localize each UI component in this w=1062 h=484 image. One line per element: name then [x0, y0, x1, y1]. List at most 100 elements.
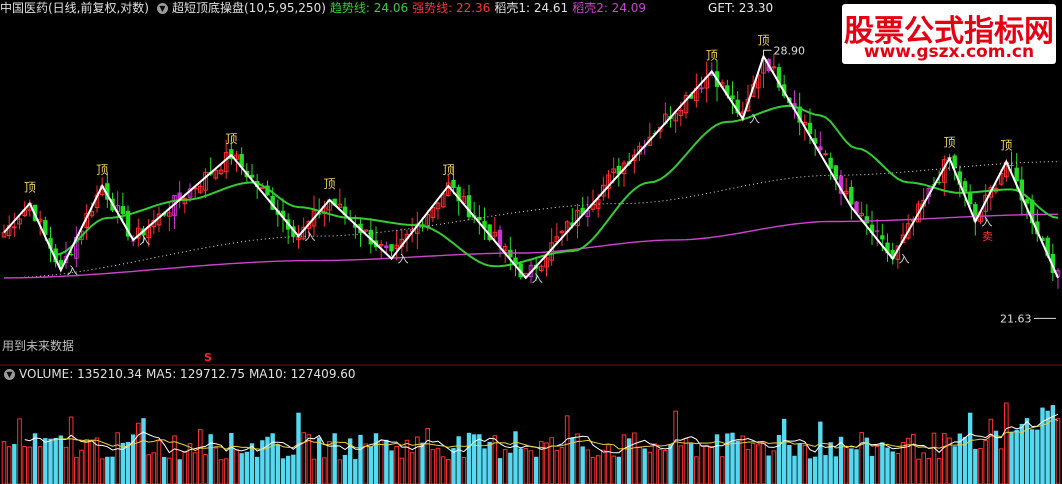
volume-bar [869, 455, 875, 484]
volume-bar [580, 446, 585, 484]
future-data-note: 用到未来数据 [2, 339, 75, 353]
volume-bar [435, 447, 441, 484]
price-chart[interactable]: 顶入顶入顶入顶入顶入顶入顶入顶入顶卖28.9021.63S [0, 0, 1062, 366]
volume-bar [244, 451, 250, 484]
volume-bar [17, 418, 22, 484]
volume-bar [384, 439, 389, 484]
volume-bar [409, 452, 415, 484]
volume-bar [182, 450, 188, 484]
volume-bar [167, 457, 172, 484]
top-label: 顶 [1000, 139, 1012, 153]
volume-bar [916, 458, 921, 484]
volume-bar [43, 438, 48, 484]
volume-bar [342, 454, 348, 484]
volume-bar [497, 458, 503, 484]
volume-bar [859, 432, 864, 484]
volume-bar [967, 412, 973, 484]
volume-bar [125, 441, 131, 484]
ma5-value: MA5: 129712.75 [146, 367, 245, 381]
volume-bar [482, 448, 487, 484]
volume-bar [1035, 429, 1040, 484]
volume-bar [978, 448, 983, 484]
volume-bar [270, 433, 275, 484]
volume-bar [750, 442, 756, 484]
candle-body [730, 95, 735, 99]
volume-bar [528, 450, 534, 484]
volume-bar [725, 433, 730, 484]
volume-bar [828, 442, 833, 484]
volume-bar [358, 434, 363, 484]
ma10-line [50, 418, 1059, 452]
candle-body [699, 87, 704, 90]
volume-bar [595, 455, 601, 484]
candle-body [849, 186, 854, 205]
top-label: 顶 [944, 135, 956, 149]
volume-bar [570, 437, 575, 484]
volume-bar [6, 446, 12, 484]
volume-bar [673, 410, 678, 484]
zigzag-line [3, 53, 1059, 280]
volume-bar [1004, 402, 1009, 484]
volume-bar [921, 452, 926, 484]
volume-bar [203, 454, 208, 484]
volume-bar [1014, 429, 1019, 484]
candle-body [880, 235, 885, 240]
volume-bar [156, 440, 162, 484]
volume-bar [363, 443, 368, 484]
volume-bar [254, 456, 260, 484]
volume-bar [554, 449, 560, 484]
entry-label: 入 [899, 253, 910, 266]
volume-bar [306, 434, 312, 484]
candle-body [1009, 164, 1014, 166]
volume-bar [694, 456, 699, 484]
volume-bar [787, 444, 792, 484]
volume-bar [523, 448, 529, 484]
volume-bar [84, 438, 89, 484]
volume-chart[interactable] [0, 384, 1062, 484]
volume-bar [616, 456, 622, 484]
volume-bar [389, 450, 394, 484]
volume-bar [440, 456, 446, 484]
volume-bar [378, 439, 384, 484]
candle-body [260, 186, 265, 189]
low-label: 21.63 [1000, 312, 1032, 325]
volume-bar [766, 455, 771, 484]
volume-bar [280, 458, 286, 484]
volume-bar [48, 438, 53, 484]
volume-bar [337, 459, 343, 484]
volume-bar [652, 443, 658, 484]
volume-bar [260, 440, 265, 484]
volume-bar [456, 436, 461, 484]
volume-bar [115, 432, 120, 484]
entry-label: 入 [532, 272, 543, 285]
volume-bar [1024, 418, 1030, 484]
volume-bar [585, 449, 591, 484]
volume-bar [998, 448, 1004, 484]
sell-label: 卖 [982, 230, 993, 243]
volume-bar [513, 431, 518, 484]
volume-bar [1029, 429, 1035, 484]
volume-bar [601, 449, 606, 484]
entry-label: 入 [749, 113, 760, 126]
candle-body [12, 226, 17, 229]
volume-bar [425, 428, 430, 484]
volume-bar [880, 442, 885, 484]
volume-bar [771, 450, 777, 484]
volume-bar [301, 432, 306, 484]
volume-bar [792, 455, 797, 484]
entry-label: 入 [305, 230, 316, 243]
volume-bar [802, 444, 808, 484]
volume-bar [549, 437, 554, 484]
volume-bar [678, 445, 684, 484]
volume-bar [890, 451, 895, 484]
volume-bar [32, 433, 38, 484]
volume-bar [368, 446, 374, 484]
volume-bar [285, 455, 291, 484]
volume-bar [451, 448, 456, 484]
top-label: 顶 [324, 177, 336, 191]
volume-dropdown-icon[interactable]: ▼ [4, 369, 15, 380]
volume-bar [37, 446, 43, 484]
ma10-value: MA10: 127409.60 [248, 367, 356, 381]
volume-bar [606, 444, 611, 484]
volume-bar [218, 459, 224, 484]
